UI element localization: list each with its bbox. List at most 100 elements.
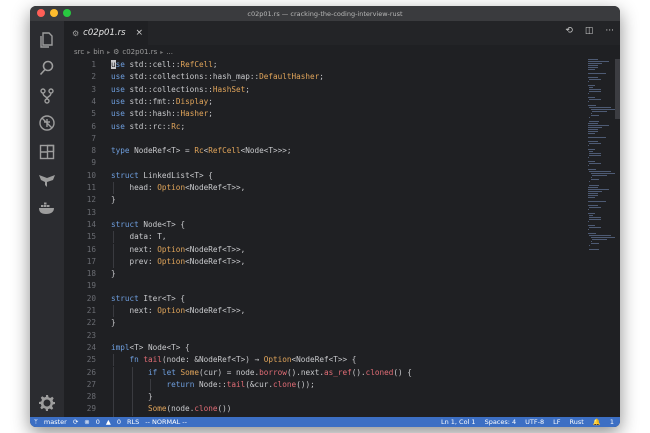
sync-icon[interactable]: ⟳: [73, 418, 78, 426]
minimap-line: [590, 237, 615, 238]
minimap-line: [589, 249, 600, 250]
minimap-line: [588, 137, 606, 138]
minimap-line: [588, 61, 609, 62]
line-ending[interactable]: LF: [553, 418, 560, 426]
close-window-button[interactable]: [37, 9, 45, 17]
code-line[interactable]: 21 next: Option<NodeRef<T>>,: [64, 305, 584, 318]
minimap[interactable]: [588, 59, 615, 259]
language-mode[interactable]: Rust: [569, 418, 583, 426]
extensions-icon[interactable]: [38, 143, 56, 161]
line-number: 5: [91, 109, 96, 119]
minimap-line: [588, 125, 609, 126]
minimap-line: [589, 217, 601, 218]
cursor-position[interactable]: Ln 1, Col 1: [441, 418, 476, 426]
code-line[interactable]: 18}: [64, 268, 584, 280]
settings-gear-icon[interactable]: [38, 394, 56, 412]
line-number: 15: [86, 232, 96, 242]
code-line[interactable]: 5 use std::hash::Hasher;: [64, 108, 584, 120]
chevron-right-icon: ▸: [160, 48, 164, 56]
debug-icon[interactable]: [38, 114, 56, 132]
line-number: 1: [91, 60, 96, 69]
minimap-line: [588, 187, 599, 188]
line-number: 4: [91, 96, 96, 106]
breadcrumb-symbol[interactable]: ...: [166, 48, 173, 56]
code-line[interactable]: 11 head: Option<NodeRef<T>>,: [64, 182, 584, 195]
minimap-line: [588, 69, 596, 70]
split-editor-icon[interactable]: ◫: [585, 26, 594, 36]
breadcrumb-bin[interactable]: bin: [93, 48, 104, 56]
indentation[interactable]: Spaces: 4: [485, 418, 517, 426]
line-number: 24: [86, 342, 96, 352]
files-icon[interactable]: [38, 31, 56, 49]
code-text: use std::hash::Hasher;: [111, 109, 213, 119]
minimize-window-button[interactable]: [50, 9, 58, 17]
code-line[interactable]: 8 type NodeRef<T> = Rc<RefCell<Node<T>>>;: [64, 145, 584, 157]
search-icon[interactable]: [38, 59, 56, 77]
code-line[interactable]: 15 data: T,: [64, 231, 584, 244]
source-control-icon[interactable]: [38, 87, 56, 105]
code-line[interactable]: 20 struct Iter<T> {: [64, 293, 584, 305]
minimap-line: [589, 153, 601, 154]
chevron-right-icon: ▸: [87, 48, 91, 56]
code-text: }: [111, 269, 116, 279]
more-actions-icon[interactable]: ···: [605, 26, 614, 36]
window-title: c02p01.rs — cracking-the-coding-intervie…: [247, 9, 403, 18]
rls-status[interactable]: RLS: [127, 418, 139, 426]
minimap-line: [588, 129, 598, 130]
code-line[interactable]: 26 if let Some(cur) = node.borrow().next…: [64, 366, 584, 379]
bell-icon[interactable]: 🔔: [593, 418, 601, 426]
code-line[interactable]: 6 use std::rc::Rc;: [64, 121, 584, 133]
minimap-line: [588, 141, 598, 142]
code-line[interactable]: 27 return Node::tail(&cur.clone());: [64, 378, 584, 392]
notification-count[interactable]: 1: [610, 418, 614, 426]
code-line[interactable]: 23: [64, 330, 584, 342]
minimap-line: [588, 133, 596, 134]
line-number: 2: [91, 72, 96, 82]
code-editor[interactable]: 1 use std::cell::RefCell; 2 use std::collec…: [64, 59, 584, 417]
code-line[interactable]: 9: [64, 157, 584, 169]
code-line[interactable]: 16 next: Option<NodeRef<T>>,: [64, 243, 584, 256]
editor-actions: ⟲ ◫ ···: [565, 26, 614, 36]
tab-c02p01[interactable]: ⚙ c02p01.rs ×: [64, 21, 148, 45]
breadcrumb-src[interactable]: src: [74, 48, 84, 56]
code-line[interactable]: 1 use std::cell::RefCell;: [64, 59, 584, 71]
code-line[interactable]: 4 use std::fmt::Display;: [64, 96, 584, 108]
minimap-line: [588, 105, 596, 106]
maximize-window-button[interactable]: [63, 9, 71, 17]
code-line[interactable]: 22}: [64, 317, 584, 329]
code-line[interactable]: 19: [64, 280, 584, 292]
code-line[interactable]: 12}: [64, 194, 584, 206]
line-number: 3: [91, 84, 96, 94]
remote-icon[interactable]: [38, 171, 56, 189]
code-text: data: T,: [111, 232, 167, 242]
vertical-scrollbar[interactable]: [615, 59, 620, 119]
minimap-line: [589, 99, 601, 100]
docker-icon[interactable]: [38, 199, 56, 217]
encoding[interactable]: UTF-8: [525, 418, 544, 426]
warning-count[interactable]: 0: [117, 418, 121, 426]
code-line[interactable]: 2 use std::collections::hash_map::Default…: [64, 71, 584, 83]
code-line[interactable]: 25 fn tail(node: &NodeRef<T>) → Option<N…: [64, 354, 584, 367]
code-text: impl<T> Node<T> {: [111, 342, 190, 352]
code-line[interactable]: 10 struct LinkedList<T> {: [64, 170, 584, 182]
code-line[interactable]: 28 }: [64, 391, 584, 404]
code-line[interactable]: 24 impl<T> Node<T> {: [64, 342, 584, 354]
code-line[interactable]: 17 prev: Option<NodeRef<T>>,: [64, 255, 584, 269]
code-line[interactable]: 14 struct Node<T> {: [64, 219, 584, 231]
open-changes-icon[interactable]: ⟲: [565, 26, 573, 36]
tab-close-button[interactable]: ×: [136, 28, 144, 38]
minimap-line: [589, 171, 612, 172]
branch-name[interactable]: master: [44, 418, 67, 426]
code-line[interactable]: 3 use std::collections::HashSet;: [64, 84, 584, 96]
breadcrumb-file[interactable]: c02p01.rs: [122, 48, 157, 56]
line-number: 23: [86, 330, 96, 340]
minimap-line: [589, 79, 601, 80]
minimap-line: [588, 67, 598, 68]
error-count[interactable]: 0: [96, 418, 100, 426]
code-line[interactable]: 29 Some(node.clone()): [64, 403, 584, 416]
code-line[interactable]: 7: [64, 133, 584, 145]
line-number: 25: [86, 355, 96, 365]
line-number: 6: [91, 121, 96, 131]
code-line[interactable]: 13: [64, 207, 584, 219]
minimap-line: [588, 161, 596, 162]
